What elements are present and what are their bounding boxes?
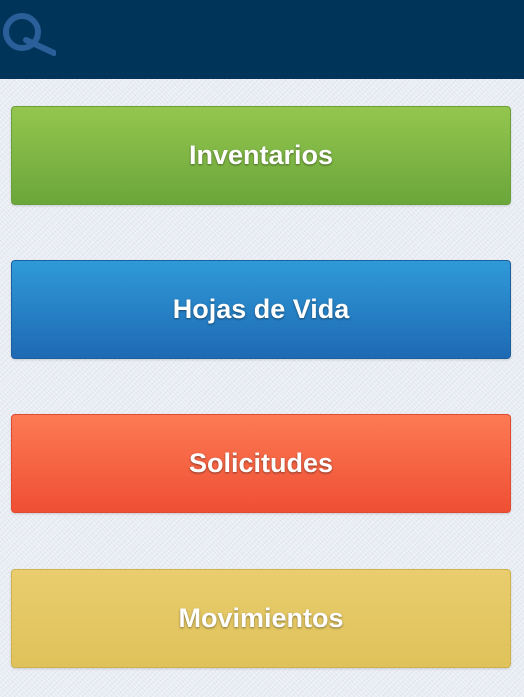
inventarios-button-label: Inventarios [188,140,334,170]
solicitudes-button-label: Solicitudes [188,448,334,478]
hojas-de-vida-button-label: Hojas de Vida [172,294,350,324]
q-logo-icon[interactable] [0,10,56,56]
app-header [0,0,524,79]
movimientos-button[interactable]: Movimientos [11,569,511,668]
solicitudes-button[interactable]: Solicitudes [11,414,511,513]
hojas-de-vida-button[interactable]: Hojas de Vida [11,260,511,359]
movimientos-button-label: Movimientos [178,603,344,633]
inventarios-button[interactable]: Inventarios [11,106,511,205]
